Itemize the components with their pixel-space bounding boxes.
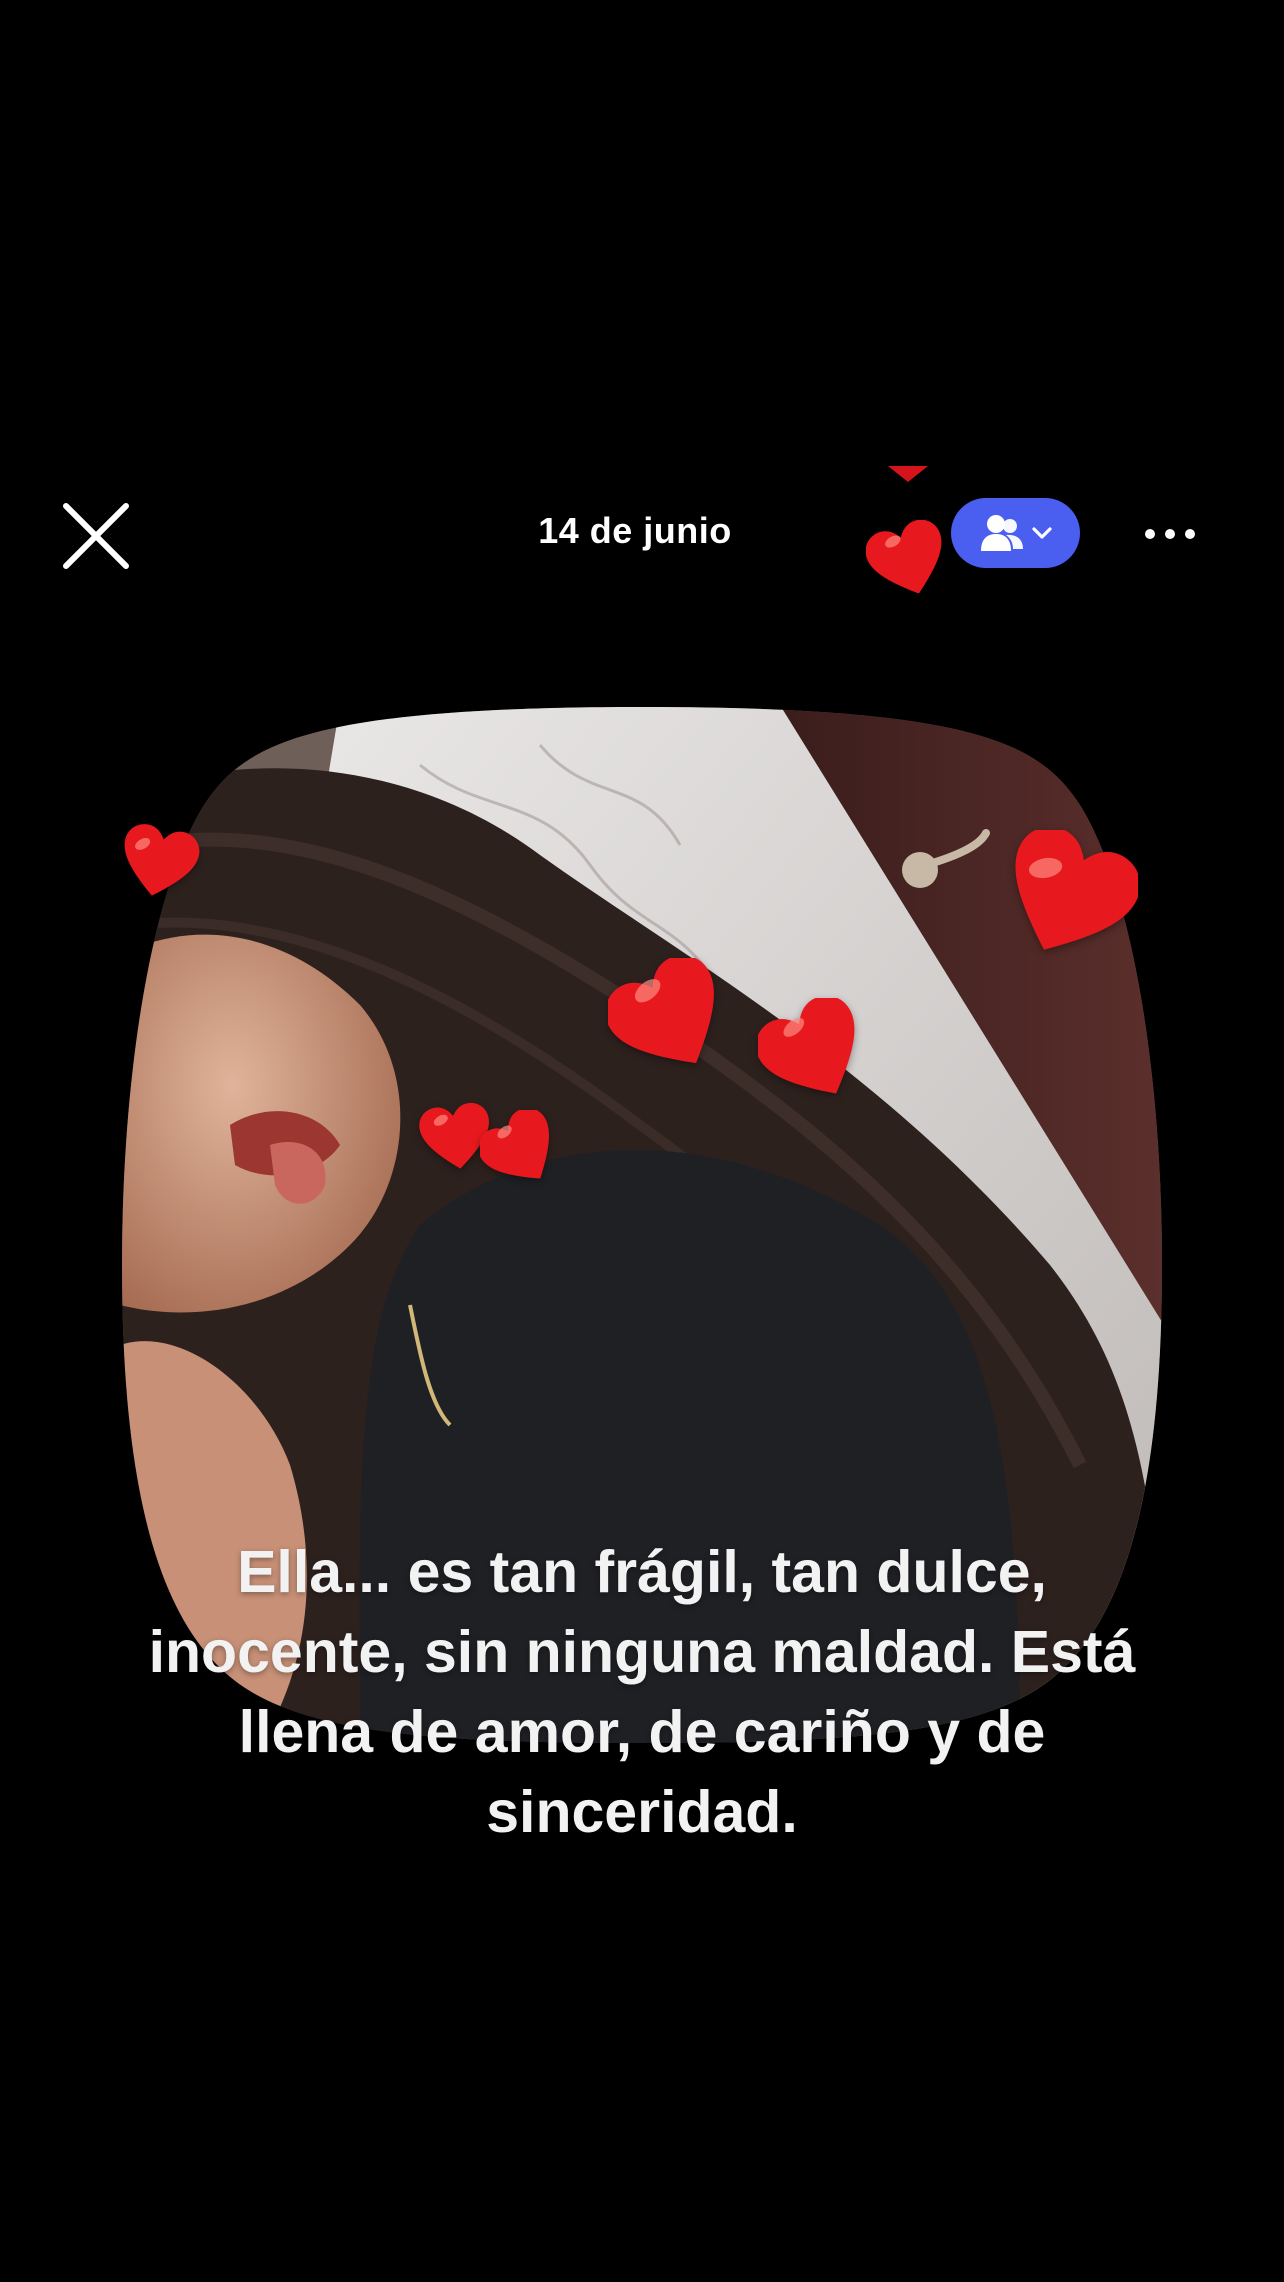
story-header: 14 de junio [0,470,1284,596]
heart-icon [1015,830,1138,950]
heart-icon [758,998,855,1094]
heart-icon [480,1110,549,1179]
heart-icon [124,824,200,896]
more-horizontal-icon [1145,529,1195,539]
close-icon [63,503,129,569]
close-button[interactable] [58,498,134,574]
more-options-button[interactable] [1140,506,1200,562]
heart-sticker [888,466,928,482]
people-icon [980,515,1023,551]
heart-icon [608,958,714,1064]
heart-icon [866,520,942,594]
audience-button[interactable] [951,498,1080,568]
story-caption: Ella... es tan frágil, tan dulce, inocen… [148,1539,1136,1845]
chevron-down-icon [1031,527,1052,539]
story-date: 14 de junio [538,510,732,551]
